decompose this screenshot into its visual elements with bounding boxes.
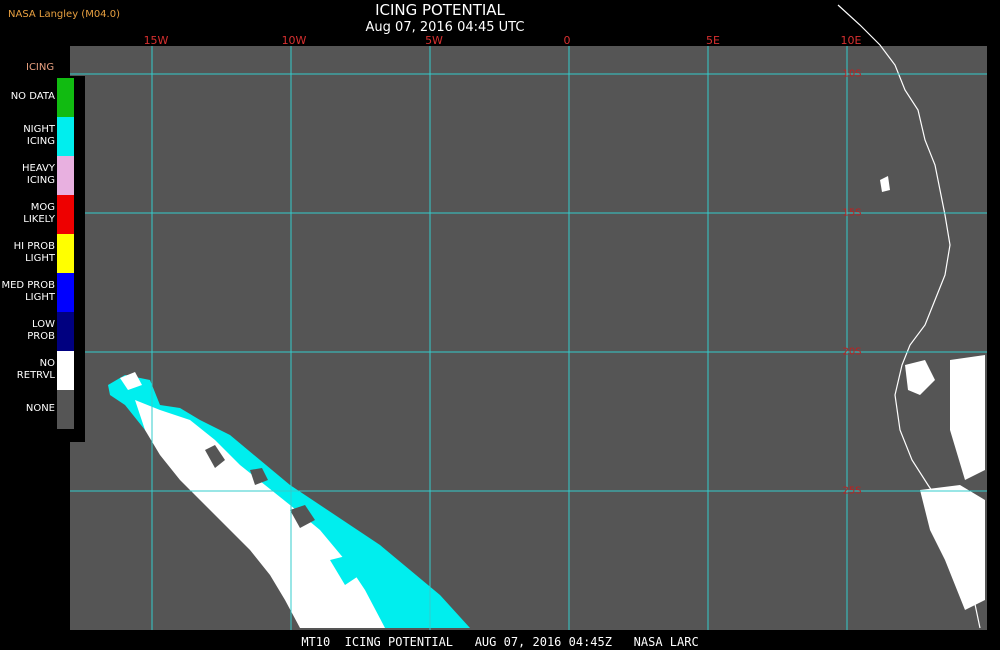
longitude-label: 10E — [840, 34, 862, 47]
legend-label: LOW PROB — [27, 319, 55, 342]
latitude-label: 10S — [842, 68, 862, 80]
footer-caption: MT10 ICING POTENTIAL AUG 07, 2016 04:45Z… — [301, 635, 699, 649]
legend-swatch — [57, 273, 74, 312]
legend-swatch — [57, 351, 74, 390]
legend-label: NONE — [25, 403, 55, 414]
legend-swatch — [57, 195, 74, 234]
latitude-label: 15S — [842, 207, 862, 219]
legend-swatch — [57, 156, 74, 195]
legend-label: NIGHT ICING — [23, 124, 55, 147]
latitude-label: 20S — [842, 346, 862, 358]
legend-label: HEAVY ICING — [22, 163, 55, 186]
legend-swatch — [57, 117, 74, 156]
legend-swatch — [57, 390, 74, 429]
longitude-label: 0 — [563, 34, 571, 47]
legend-label: MED PROB LIGHT — [1, 280, 55, 303]
longitude-label: 5W — [425, 34, 443, 47]
legend: NO DATA NIGHT ICING HEAVY ICING MOG LIKELY H… — [0, 76, 85, 442]
legend-label: HI PROB LIGHT — [13, 241, 55, 264]
legend-label: NO DATA — [10, 91, 55, 102]
longitude-label: 5E — [706, 34, 720, 47]
legend-title: ICING — [26, 62, 55, 73]
legend-swatch — [57, 234, 74, 273]
legend-label: MOG LIKELY — [23, 202, 55, 225]
map-datetime: Aug 07, 2016 04:45 UTC — [365, 20, 525, 35]
map-title: ICING POTENTIAL — [375, 1, 505, 19]
longitude-label: 10W — [281, 34, 307, 47]
map-canvas — [70, 4, 987, 630]
legend-swatch — [57, 312, 74, 351]
latitude-label: 25S — [842, 485, 862, 497]
map-background — [70, 46, 987, 630]
legend-label: NO RETRVL — [16, 358, 55, 381]
longitude-label: 15W — [143, 34, 169, 47]
legend-swatch — [57, 78, 74, 117]
